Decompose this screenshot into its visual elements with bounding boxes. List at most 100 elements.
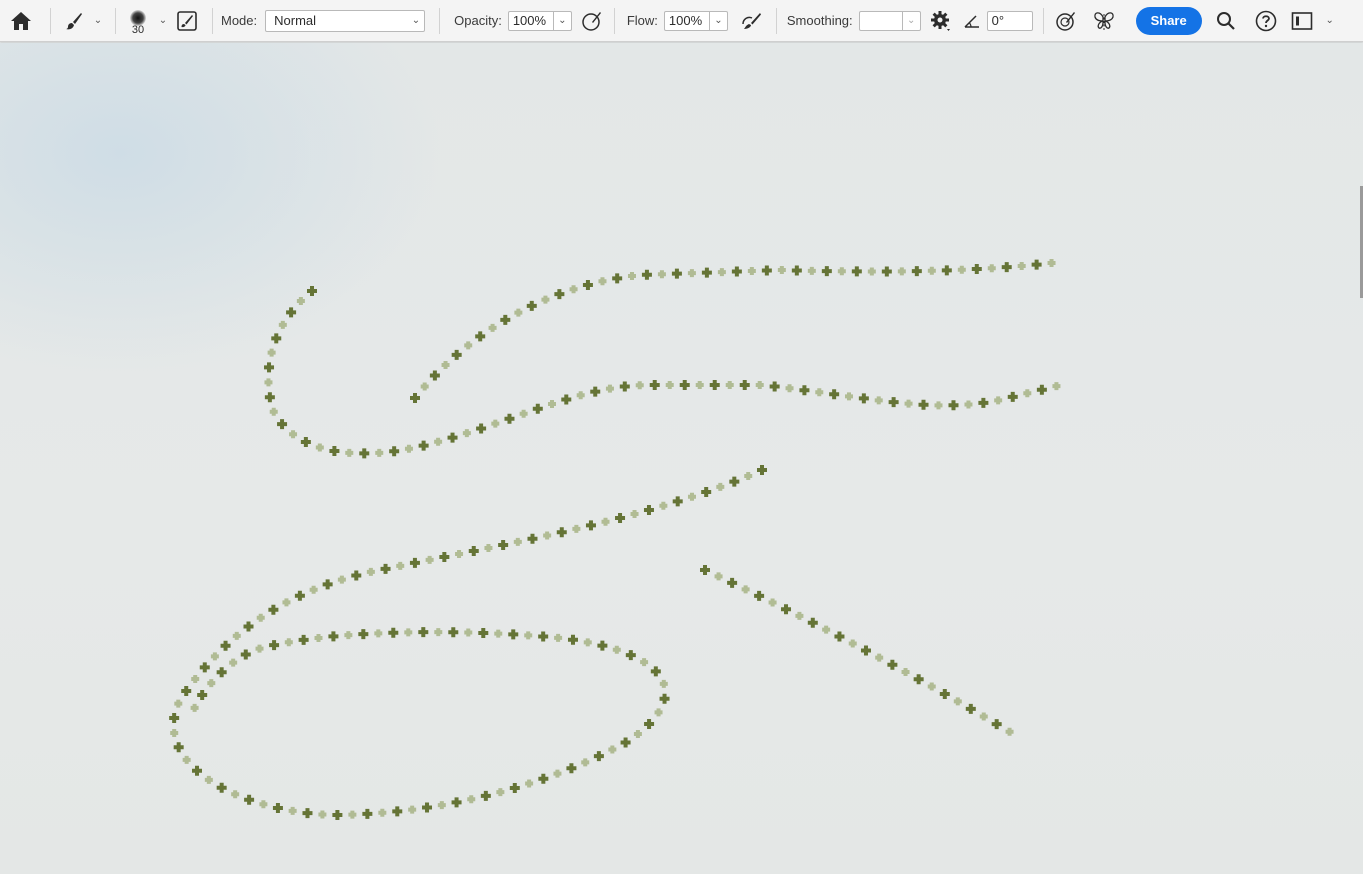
brush-dab — [255, 644, 264, 653]
brush-dab — [777, 266, 786, 275]
brush-dab — [619, 381, 630, 392]
share-button[interactable]: Share — [1135, 6, 1202, 35]
smoothing-label: Smoothing: — [786, 13, 853, 28]
brush-dab — [582, 279, 593, 290]
brush-icon — [66, 12, 82, 29]
brush-dab — [781, 604, 792, 615]
angle-icon — [964, 14, 979, 28]
brush-dab — [1007, 391, 1018, 402]
brush-dab — [581, 758, 590, 767]
brush-dab — [785, 384, 794, 393]
pressure-size-button[interactable] — [1048, 5, 1084, 37]
workspace-button[interactable] — [1282, 5, 1322, 37]
search-button[interactable] — [1202, 5, 1250, 37]
brush-preset-dropdown[interactable]: ⌄ — [89, 5, 103, 37]
brush-dab — [994, 396, 1003, 405]
brush-dab — [927, 682, 936, 691]
brush-dab — [615, 512, 626, 523]
smoothing-dropdown[interactable]: ⌄ — [902, 10, 921, 31]
brush-dab — [220, 640, 231, 651]
mode-select[interactable]: Normal ⌄ — [265, 9, 426, 32]
brush-dab — [525, 779, 534, 788]
brush-dab — [807, 266, 816, 275]
brush-dab — [978, 397, 989, 408]
symmetry-button[interactable] — [1084, 5, 1124, 37]
gear-icon — [930, 10, 950, 31]
brush-dab — [229, 658, 238, 667]
brush-dab — [1001, 262, 1012, 273]
brush-dab — [478, 627, 489, 638]
brush-dab — [572, 524, 581, 533]
brush-dab — [687, 492, 696, 501]
brush-dab — [207, 679, 216, 688]
brush-dab — [500, 314, 511, 325]
brush-dab — [755, 381, 764, 389]
brush-dab — [795, 611, 804, 620]
brush-settings-icon — [177, 10, 197, 31]
brush-dab — [679, 380, 690, 390]
airbrush-button[interactable] — [728, 5, 774, 37]
brush-dab — [598, 277, 607, 286]
brush-size-dropdown[interactable]: ⌄ — [152, 5, 170, 37]
brush-dab — [701, 267, 712, 278]
brush-dab — [964, 400, 973, 409]
brush-dab — [807, 617, 818, 628]
brush-dab — [462, 429, 471, 438]
brush-dab — [541, 295, 550, 304]
workspace-dropdown[interactable]: ⌄ — [1322, 5, 1333, 37]
brush-dab — [216, 667, 227, 678]
opacity-input[interactable]: 100% — [507, 10, 554, 31]
brush-dab — [375, 448, 384, 457]
flow-value: 100% — [668, 13, 703, 28]
brush-dab — [332, 809, 343, 820]
brush-dab — [174, 699, 183, 708]
brush-dab — [418, 440, 429, 451]
brush-dab — [527, 533, 538, 544]
brush-dab — [695, 381, 704, 389]
brush-tool-button[interactable] — [59, 5, 89, 37]
brush-dab — [1005, 727, 1014, 736]
brush-dab — [480, 790, 491, 801]
brush-dab — [754, 590, 765, 601]
brush-dab — [296, 297, 305, 306]
brush-dab — [344, 631, 353, 640]
brush-dab — [554, 289, 565, 300]
brush-dab — [173, 742, 184, 753]
brush-settings-button[interactable] — [170, 5, 204, 37]
help-icon — [1255, 10, 1276, 31]
brush-dab — [761, 265, 772, 276]
flow-dropdown[interactable]: ⌄ — [709, 10, 728, 31]
brush-dab — [231, 790, 240, 799]
brush-dab — [392, 806, 403, 817]
brush-dab — [404, 628, 413, 637]
brush-dab — [757, 465, 767, 475]
brush-dab — [337, 575, 346, 584]
brush-dab — [348, 810, 357, 819]
brush-dab — [524, 631, 533, 640]
home-button[interactable] — [6, 5, 36, 37]
brush-dab — [284, 638, 293, 647]
opacity-pressure-button[interactable] — [572, 5, 612, 37]
brush-dab — [437, 801, 446, 810]
brush-dab — [322, 579, 333, 590]
brush-dab — [272, 803, 283, 814]
angle-icon-wrapper — [961, 5, 983, 37]
help-button[interactable] — [1250, 5, 1282, 37]
brush-dab — [362, 808, 373, 819]
brush-size-picker[interactable]: 30 — [124, 5, 152, 37]
brush-angle-input[interactable]: 0° — [986, 10, 1033, 31]
smoothing-input[interactable] — [858, 10, 903, 31]
brush-dab — [739, 380, 750, 390]
brush-dab — [294, 590, 305, 601]
brush-dab — [934, 401, 943, 410]
opacity-dropdown[interactable]: ⌄ — [553, 10, 572, 31]
brush-dab — [513, 537, 522, 546]
brush-dab — [420, 382, 429, 391]
brush-dab — [913, 674, 924, 685]
brush-dab — [170, 728, 179, 737]
brush-dab — [388, 627, 399, 638]
flow-input[interactable]: 100% — [663, 10, 710, 31]
document-canvas[interactable] — [0, 43, 1363, 874]
brush-dab — [526, 300, 537, 311]
smoothing-settings-button[interactable] — [921, 5, 961, 37]
